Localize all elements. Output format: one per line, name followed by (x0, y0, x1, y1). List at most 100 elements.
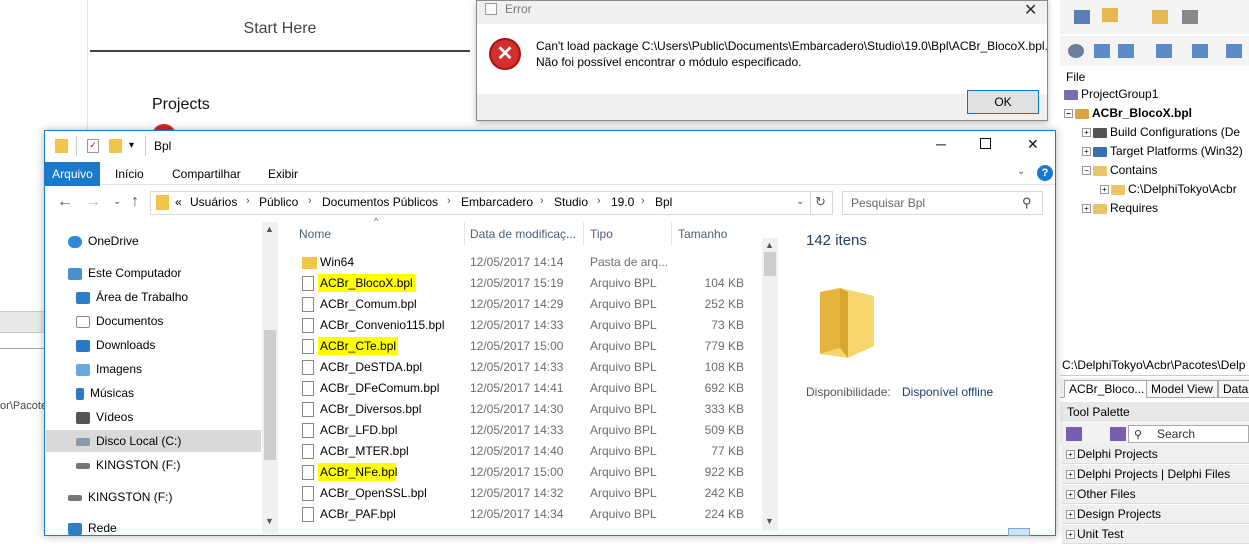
file-row[interactable]: Win64 12/05/2017 14:14 Pasta de arq... (296, 252, 760, 273)
nav-item-downloads[interactable]: Downloads (76, 338, 155, 352)
column-tipo[interactable]: Tipo (590, 227, 613, 241)
filter-icon[interactable] (1110, 427, 1126, 441)
minimize-icon[interactable]: ─ (936, 136, 946, 152)
quick-access-dropdown-icon[interactable]: ▾ (129, 140, 134, 151)
refresh-icon[interactable]: ↻ (815, 194, 826, 210)
refresh-icon[interactable] (1068, 44, 1084, 58)
sort-icon[interactable] (1192, 44, 1208, 58)
palette-category[interactable]: + Design Projects (1062, 505, 1249, 524)
nav-item-imagens[interactable]: Imagens (76, 362, 142, 376)
breadcrumb-item[interactable]: 19.0 (611, 195, 634, 209)
tab-exibir[interactable]: Exibir (268, 167, 298, 181)
column-divider[interactable] (671, 222, 672, 246)
ok-button[interactable]: OK (967, 90, 1039, 114)
breadcrumb-item[interactable]: Público (259, 195, 298, 209)
column-tamanho[interactable]: Tamanho (678, 227, 727, 241)
breadcrumb-item[interactable]: Bpl (655, 195, 672, 209)
nav-item-videos[interactable]: Vídeos (76, 410, 133, 424)
up-icon[interactable]: ↑ (131, 193, 139, 211)
expand-toggle-icon[interactable]: + (1082, 204, 1091, 214)
nav-item-disco-local[interactable]: Disco Local (C:) (76, 434, 181, 448)
nav-item-documentos[interactable]: Documentos (76, 314, 163, 328)
scroll-down-icon[interactable]: ▼ (765, 516, 774, 526)
breadcrumb-separator-icon[interactable]: › (540, 195, 544, 207)
category-icon[interactable] (1066, 427, 1082, 441)
search-input[interactable]: Pesquisar Bpl (842, 191, 1043, 215)
breadcrumb-item[interactable]: Documentos Públicos (322, 195, 438, 209)
breadcrumb-item[interactable]: Usuários (190, 195, 237, 209)
scroll-up-icon[interactable]: ▲ (765, 240, 774, 250)
close-icon[interactable]: ✕ (1024, 0, 1037, 20)
tree-target-platforms[interactable]: + Target Platforms (Win32) (1082, 144, 1243, 158)
breadcrumb-separator-icon[interactable]: › (641, 195, 645, 207)
address-dropdown-icon[interactable]: ⌄ (796, 196, 804, 207)
palette-category[interactable]: + Other Files (1062, 485, 1249, 504)
palette-category[interactable]: + Delphi Projects | Delphi Files (1062, 465, 1249, 484)
scroll-up-icon[interactable]: ▲ (265, 224, 274, 234)
add-icon[interactable] (1102, 8, 1118, 22)
list-icon[interactable] (1156, 44, 1172, 58)
close-icon[interactable]: ✕ (1027, 136, 1039, 153)
file-row[interactable]: ACBr_MTER.bpl 12/05/2017 14:40 Arquivo BPL… (296, 441, 760, 462)
tab-model-view[interactable]: Model View (1146, 380, 1218, 398)
tree-contains-path[interactable]: + C:\DelphiTokyo\Acbr (1100, 182, 1237, 196)
expand-toggle-icon[interactable]: + (1082, 128, 1091, 138)
start-here-tab[interactable]: Start Here (90, 0, 470, 52)
nav-scrollbar-thumb[interactable] (264, 330, 276, 460)
tab-inicio[interactable]: Início (115, 167, 144, 181)
layout-icon[interactable] (1182, 10, 1198, 24)
view-toggle-icon[interactable] (1008, 528, 1030, 536)
breadcrumb-overflow[interactable]: « (175, 195, 182, 209)
breadcrumb-item[interactable]: Studio (554, 195, 588, 209)
file-row[interactable]: ACBr_Comum.bpl 12/05/2017 14:29 Arquivo BP… (296, 294, 760, 315)
tree-project-group[interactable]: ProjectGroup1 (1064, 87, 1158, 101)
file-scrollbar-thumb[interactable] (764, 252, 776, 276)
nav-item-onedrive[interactable]: OneDrive (68, 234, 139, 248)
file-row[interactable]: ACBr_LFD.bpl 12/05/2017 14:33 Arquivo BPL 5… (296, 420, 760, 441)
tab-data[interactable]: Data (1218, 380, 1249, 398)
tree-build-configurations[interactable]: + Build Configurations (De (1082, 125, 1240, 139)
tree-contains[interactable]: − Contains (1082, 163, 1157, 177)
file-row[interactable]: ACBr_DeSTDA.bpl 12/05/2017 14:33 Arquivo B… (296, 357, 760, 378)
ribbon-expand-icon[interactable]: ⌄ (1017, 166, 1025, 177)
breadcrumb-separator-icon[interactable]: › (597, 195, 601, 207)
help-icon[interactable]: ? (1037, 165, 1053, 181)
file-row[interactable]: ACBr_DFeComum.bpl 12/05/2017 14:41 Arquivo… (296, 378, 760, 399)
new-project-icon[interactable] (1074, 10, 1090, 24)
column-nome[interactable]: Nome (299, 227, 331, 241)
scroll-down-icon[interactable]: ▼ (265, 516, 274, 526)
file-scrollbar[interactable] (762, 238, 778, 530)
nav-item-rede[interactable]: Rede (68, 521, 117, 535)
file-row[interactable]: ACBr_OpenSSL.bpl 12/05/2017 14:32 Arquivo … (296, 483, 760, 504)
breadcrumb-separator-icon[interactable]: › (246, 195, 250, 207)
collapse-icon[interactable] (1118, 44, 1134, 58)
file-row[interactable]: ACBr_PAF.bpl 12/05/2017 14:34 Arquivo BPL 2… (296, 504, 760, 525)
expand-toggle-icon[interactable]: + (1082, 147, 1091, 157)
tab-arquivo[interactable]: Arquivo (45, 162, 100, 186)
breadcrumb-item[interactable]: Embarcadero (461, 195, 533, 209)
collapse-toggle-icon[interactable]: − (1082, 166, 1091, 176)
open-folder-icon[interactable] (1152, 10, 1168, 24)
view-icon[interactable] (1226, 44, 1242, 58)
properties-icon[interactable]: ✓ (87, 139, 99, 153)
file-row[interactable]: ACBr_CTe.bpl 12/05/2017 15:00 Arquivo BPL 7… (296, 336, 760, 357)
nav-item-kingston[interactable]: KINGSTON (F:) (76, 458, 180, 472)
file-row[interactable]: ACBr_NFe.bpl 12/05/2017 15:00 Arquivo BPL 9… (296, 462, 760, 483)
back-icon[interactable]: ← (57, 193, 73, 211)
breadcrumb-separator-icon[interactable]: › (308, 195, 312, 207)
sync-icon[interactable] (1094, 44, 1110, 58)
breadcrumb-separator-icon[interactable]: › (447, 195, 451, 207)
tree-requires[interactable]: + Requires (1082, 201, 1158, 215)
recent-dropdown-icon[interactable]: ⌄ (113, 196, 121, 207)
nav-item-kingston-root[interactable]: KINGSTON (F:) (68, 490, 172, 504)
tab-project[interactable]: ACBr_Bloco... (1064, 380, 1150, 398)
column-divider[interactable] (464, 222, 465, 246)
new-folder-icon[interactable] (109, 139, 122, 153)
column-divider[interactable] (583, 222, 584, 246)
tree-package[interactable]: − ACBr_BlocoX.bpl (1064, 106, 1192, 120)
palette-category[interactable]: + Unit Test (1062, 525, 1249, 544)
nav-item-este-computador[interactable]: Este Computador (68, 266, 181, 280)
maximize-icon[interactable] (980, 138, 991, 149)
collapse-toggle-icon[interactable]: − (1064, 109, 1073, 119)
expand-toggle-icon[interactable]: + (1100, 185, 1109, 195)
